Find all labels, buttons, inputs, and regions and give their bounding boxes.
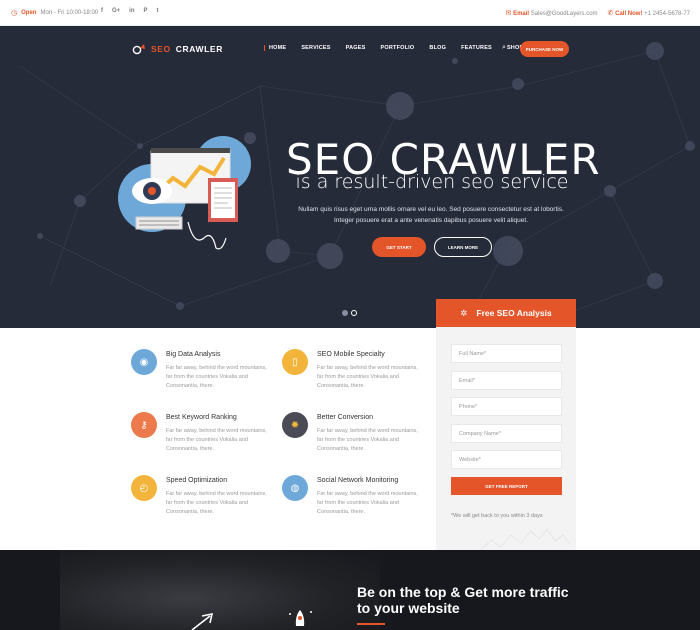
email-address[interactable]: Sales@GoodLayers.com (531, 11, 598, 17)
rocket-icon (289, 610, 312, 626)
crawler-logo-icon (132, 44, 145, 55)
opening-hours: ◷ Open Mon - Fri 10:00-18:00 (11, 9, 98, 17)
slide-dot-1[interactable] (342, 310, 348, 316)
free-seo-analysis-form: ✲ Free SEO Analysis Full Name* Email* Ph… (436, 299, 576, 550)
nav-home[interactable]: HOME (264, 45, 286, 51)
social-links: f G+ in P t (101, 8, 159, 14)
feature-title[interactable]: Better Conversion (317, 414, 373, 421)
envelope-icon: ✉ (505, 10, 512, 17)
twitter-icon[interactable]: t (157, 8, 159, 14)
mobile-icon: ▯ (282, 349, 308, 375)
nav-features[interactable]: FEATURES (461, 45, 492, 51)
search-icon[interactable]: ⌕ (502, 44, 506, 52)
hero-slider: SEO CRAWLER HOME SERVICES PAGES PORTFOLI… (0, 26, 700, 328)
purchase-now-button[interactable]: PURCHASE NOW (520, 41, 569, 57)
cta-title: Be on the top & Get more traffic to your… (357, 584, 569, 616)
main-nav: HOME SERVICES PAGES PORTFOLIO BLOG FEATU… (264, 45, 523, 51)
nav-blog[interactable]: BLOG (429, 45, 446, 51)
slider-pagination (342, 310, 357, 316)
open-hours: Mon - Fri 10:00-18:00 (40, 10, 99, 16)
get-start-button[interactable]: GET START (372, 237, 426, 257)
feature-title[interactable]: SEO Mobile Specialty (317, 351, 385, 358)
key-icon: ⚷ (131, 412, 157, 438)
growth-arrow-icon (191, 612, 214, 630)
feature-description: Far far away, behind the word mountains,… (166, 428, 267, 453)
phone-field[interactable]: Phone* (451, 397, 562, 416)
cta-banner: Be on the top & Get more traffic to your… (0, 550, 700, 630)
email-field[interactable]: Email* (451, 371, 562, 390)
globe-icon: ◍ (282, 475, 308, 501)
email-label: Email (513, 11, 530, 17)
website-field[interactable]: Website* (451, 450, 562, 469)
cta-underline (357, 623, 385, 625)
nav-pages[interactable]: PAGES (346, 45, 366, 51)
nav-services[interactable]: SERVICES (301, 45, 330, 51)
hero-subtitle: is a result-driven seo service (295, 171, 569, 193)
feature-title[interactable]: Big Data Analysis (166, 351, 220, 358)
phone-contact[interactable]: ✆ Call Now! +1 2454-5678-77 (608, 9, 690, 17)
cta-title-line-1: Be on the top & Get more traffic (357, 584, 569, 600)
phone-icon: ✆ (607, 10, 614, 17)
feature-title[interactable]: Best Keyword Ranking (166, 414, 237, 421)
clock-icon: ◷ (11, 10, 18, 17)
cta-title-line-2: to your website (357, 600, 460, 616)
logo-seo: SEO (151, 44, 171, 54)
site-logo[interactable]: SEO CRAWLER (132, 43, 223, 55)
gear-icon: ✹ (282, 412, 308, 438)
facebook-icon[interactable]: f (101, 8, 103, 14)
stopwatch-icon: ◴ (131, 475, 157, 501)
feature-description: Far far away, behind the word mountains,… (317, 428, 418, 453)
google-plus-icon[interactable]: G+ (112, 8, 120, 14)
feature-title[interactable]: Social Network Monitoring (317, 477, 398, 484)
data-icon: ◉ (131, 349, 157, 375)
company-name-field[interactable]: Company Name* (451, 424, 562, 443)
feature-description: Far far away, behind the word mountains,… (317, 365, 418, 390)
top-bar: ◷ Open Mon - Fri 10:00-18:00 f G+ in P t… (0, 0, 700, 26)
open-label: Open (21, 10, 37, 16)
contact-info: ✉ Email Sales@GoodLayers.com ✆ Call Now!… (506, 9, 690, 17)
slide-dot-2[interactable] (351, 310, 357, 316)
pinterest-icon[interactable]: P (144, 8, 148, 14)
email-contact[interactable]: ✉ Email Sales@GoodLayers.com (506, 9, 598, 17)
learn-more-button[interactable]: LEARN MORE (434, 237, 492, 257)
phone-number[interactable]: +1 2454-5678-77 (644, 11, 690, 17)
city-skyline-decoration (481, 528, 571, 550)
cog-icon: ✲ (460, 307, 468, 318)
nav-portfolio[interactable]: PORTFOLIO (381, 45, 415, 51)
logo-crawler: CRAWLER (175, 44, 223, 54)
feature-title[interactable]: Speed Optimization (166, 477, 227, 484)
seo-analytics-illustration (118, 136, 251, 250)
form-title: Free SEO Analysis (476, 308, 552, 318)
hero-description: Nullam quis risus eget urna mollis ornar… (298, 206, 564, 224)
get-free-report-button[interactable]: GET FREE REPORT (451, 477, 562, 495)
feature-description: Far far away, behind the word mountains,… (166, 491, 267, 516)
response-note: *We will get back to you within 3 days (451, 513, 543, 519)
feature-description: Far far away, behind the word mountains,… (166, 365, 267, 390)
call-label: Call Now! (615, 11, 643, 17)
full-name-field[interactable]: Full Name* (451, 344, 562, 363)
linkedin-icon[interactable]: in (129, 8, 134, 14)
feature-description: Far far away, behind the word mountains,… (317, 491, 418, 516)
form-header: ✲ Free SEO Analysis (436, 299, 576, 327)
